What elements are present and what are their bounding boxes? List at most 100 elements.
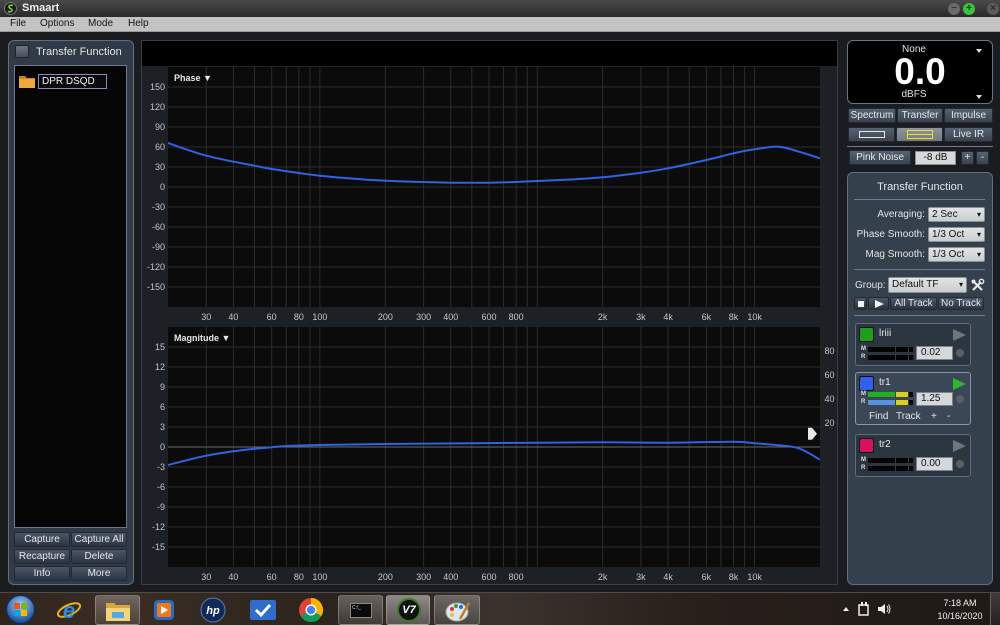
hp-icon[interactable]: hp	[200, 597, 226, 623]
x-tick-label: 2k	[598, 312, 608, 322]
magnitude-plot[interactable]: 15129630-3-6-9-12-1530 40 60 80 100 200 300 400…	[142, 327, 837, 584]
more-button[interactable]: More	[71, 566, 127, 581]
play-button[interactable]	[868, 297, 889, 310]
phase-plot[interactable]: 1501209060300-30-60-90-120-15030 40 60 80 10…	[142, 66, 837, 327]
track-card-tr2[interactable]: tr2 M R 0.00	[855, 434, 971, 477]
show-hidden-icons-button[interactable]	[843, 607, 849, 611]
meter-label-r: R	[861, 399, 866, 405]
info-button[interactable]: Info	[14, 566, 70, 581]
capture-button[interactable]: Capture	[14, 532, 70, 547]
meter-label-r: R	[861, 465, 866, 471]
taskbar: e hp C:\_ V7 7:18 AM 10/16/2020	[0, 592, 1000, 625]
track-color-swatch[interactable]	[859, 327, 874, 342]
svg-text:e: e	[63, 598, 75, 623]
power-icon[interactable]	[858, 602, 870, 616]
recapture-button[interactable]: Recapture	[14, 549, 70, 564]
status-dot[interactable]	[956, 349, 964, 357]
track-card-lriii[interactable]: lriii M R 0.02	[855, 323, 971, 366]
status-dot[interactable]	[956, 460, 964, 468]
divider	[847, 146, 993, 147]
stop-button[interactable]	[854, 297, 867, 310]
phase-smooth-dropdown[interactable]: 1/3 Oct ▾	[928, 227, 985, 242]
folder-icon	[19, 76, 35, 88]
maximize-button[interactable]: +	[963, 3, 975, 15]
y-tick-label: 0	[160, 182, 165, 192]
delete-button[interactable]: Delete	[71, 549, 127, 564]
level-meter-m	[868, 392, 913, 397]
stop-icon	[858, 301, 864, 307]
level-meter-r	[868, 355, 913, 360]
find-button[interactable]: Find	[869, 411, 888, 422]
clock-time[interactable]: 7:18 AM	[930, 598, 990, 608]
magnitude-plot-menu[interactable]: Magnitude ▼	[174, 333, 230, 343]
smaart-v7-button[interactable]: V7	[386, 595, 430, 625]
close-button[interactable]: ×	[987, 3, 999, 15]
file-explorer-button[interactable]	[95, 595, 140, 625]
phase-plot-menu[interactable]: Phase ▼	[174, 73, 212, 83]
meter-fill-peak	[895, 392, 908, 397]
meter-fill	[868, 392, 895, 397]
menu-mode[interactable]: Mode	[88, 18, 113, 29]
capture-all-button[interactable]: Capture All	[71, 532, 127, 547]
panel-title: Transfer Function	[36, 46, 122, 58]
x-tick-label: 2k	[598, 572, 608, 582]
track-color-swatch[interactable]	[859, 438, 874, 453]
track-color-swatch[interactable]	[859, 376, 874, 391]
meter-segment	[907, 400, 909, 405]
x-tick-label: 200	[378, 572, 393, 582]
delay-minus-button[interactable]: -	[947, 411, 950, 422]
windows-start-icon[interactable]	[5, 594, 36, 625]
dual-plot-button[interactable]	[896, 127, 943, 142]
single-plot-button[interactable]	[848, 127, 895, 142]
y-tick-label: 0	[160, 442, 165, 452]
source-dropdown-icon[interactable]	[976, 49, 982, 53]
delay-plus-button[interactable]: +	[931, 411, 937, 422]
mag-smooth-dropdown[interactable]: 1/3 Oct ▾	[928, 247, 985, 262]
track-card-tr1[interactable]: tr1 M R 1.25 Find Track + -	[855, 372, 971, 425]
menu-help[interactable]: Help	[128, 18, 149, 29]
all-track-button[interactable]: All Track	[890, 297, 937, 310]
clock-date[interactable]: 10/16/2020	[930, 611, 990, 621]
x-tick-label: 10k	[747, 312, 762, 322]
show-desktop-button[interactable]	[990, 593, 1000, 625]
checkmark-app-icon[interactable]	[250, 600, 276, 620]
unit-dropdown-icon[interactable]	[976, 95, 982, 99]
menu-options[interactable]: Options	[40, 18, 74, 29]
level-meter[interactable]: None 0.0 dBFS	[847, 40, 993, 104]
media-player-icon[interactable]	[153, 599, 175, 621]
play-icon[interactable]	[953, 440, 966, 452]
panel-toggle-button[interactable]	[15, 45, 29, 58]
tab-transfer[interactable]: Transfer	[897, 108, 943, 123]
tab-spectrum[interactable]: Spectrum	[848, 108, 896, 123]
averaging-value: 2 Sec	[932, 209, 958, 220]
live-ir-button[interactable]: Live IR	[944, 127, 993, 142]
status-dot[interactable]	[956, 395, 964, 403]
tab-impulse[interactable]: Impulse	[944, 108, 993, 123]
speaker-icon[interactable]	[877, 603, 891, 615]
paint-button[interactable]	[434, 595, 480, 625]
play-icon[interactable]	[953, 329, 966, 341]
menu-file[interactable]: File	[10, 18, 26, 29]
delay-field[interactable]: 0.02	[916, 346, 953, 360]
x-tick-label: 10k	[747, 572, 762, 582]
group-dropdown[interactable]: Default TF ▾	[888, 277, 967, 293]
list-item[interactable]: DPR DSQD	[38, 74, 107, 89]
minimize-button[interactable]: −	[948, 3, 960, 15]
play-icon[interactable]	[953, 378, 966, 390]
track-button[interactable]: Track	[896, 411, 921, 422]
wrench-icon[interactable]	[970, 278, 985, 292]
level-up-button[interactable]: +	[961, 151, 974, 165]
chrome-icon[interactable]	[298, 597, 324, 623]
internet-explorer-icon[interactable]: e	[56, 597, 82, 623]
meter-segment	[895, 400, 896, 405]
level-down-button[interactable]: -	[976, 151, 989, 165]
pink-noise-button[interactable]: Pink Noise	[849, 150, 911, 165]
delay-field[interactable]: 0.00	[916, 457, 953, 471]
chevron-down-icon: ▾	[976, 250, 981, 259]
command-prompt-button[interactable]: C:\_	[338, 595, 383, 625]
delay-field[interactable]: 1.25	[916, 392, 953, 406]
averaging-dropdown[interactable]: 2 Sec ▾	[928, 207, 985, 222]
no-track-button[interactable]: No Track	[938, 297, 984, 310]
smaart-logo-icon	[4, 2, 17, 15]
generator-level-field[interactable]: -8 dB	[915, 151, 956, 165]
